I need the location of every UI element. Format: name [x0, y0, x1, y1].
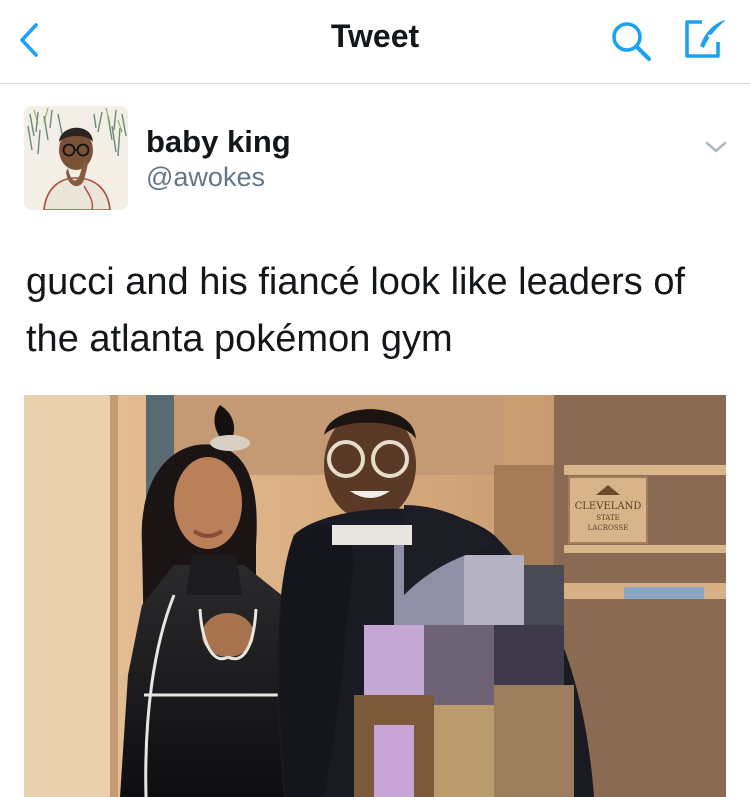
- photo-illustration: CLEVELAND STATE LACROSSE: [24, 395, 726, 797]
- tweet-header: baby king @awokes: [0, 84, 750, 234]
- tweet-text-line: gucci and his fiancé look like leaders o…: [26, 261, 686, 303]
- locker-sign-line: LACROSSE: [588, 524, 629, 532]
- locker-sign-line: STATE: [596, 514, 620, 522]
- author-display-name[interactable]: baby king: [146, 124, 291, 160]
- author-handle[interactable]: @awokes: [146, 162, 265, 193]
- compose-tweet-button[interactable]: [680, 16, 730, 62]
- tweet-media-photo[interactable]: CLEVELAND STATE LACROSSE: [24, 395, 726, 797]
- tweet-text-line: the atlanta pokémon gym: [26, 318, 453, 360]
- search-icon: [612, 22, 652, 62]
- compose-tweet-icon: [685, 20, 726, 58]
- tweet-text: gucci and his fiancé look like leaders o…: [26, 254, 726, 368]
- navigation-bar: Tweet: [0, 0, 750, 84]
- tweet-menu-button[interactable]: [696, 132, 736, 162]
- chevron-down-icon: [705, 141, 727, 153]
- avatar-illustration: [24, 106, 128, 210]
- locker-sign-line: CLEVELAND: [575, 501, 642, 512]
- search-button[interactable]: [608, 18, 654, 64]
- avatar[interactable]: [24, 106, 128, 210]
